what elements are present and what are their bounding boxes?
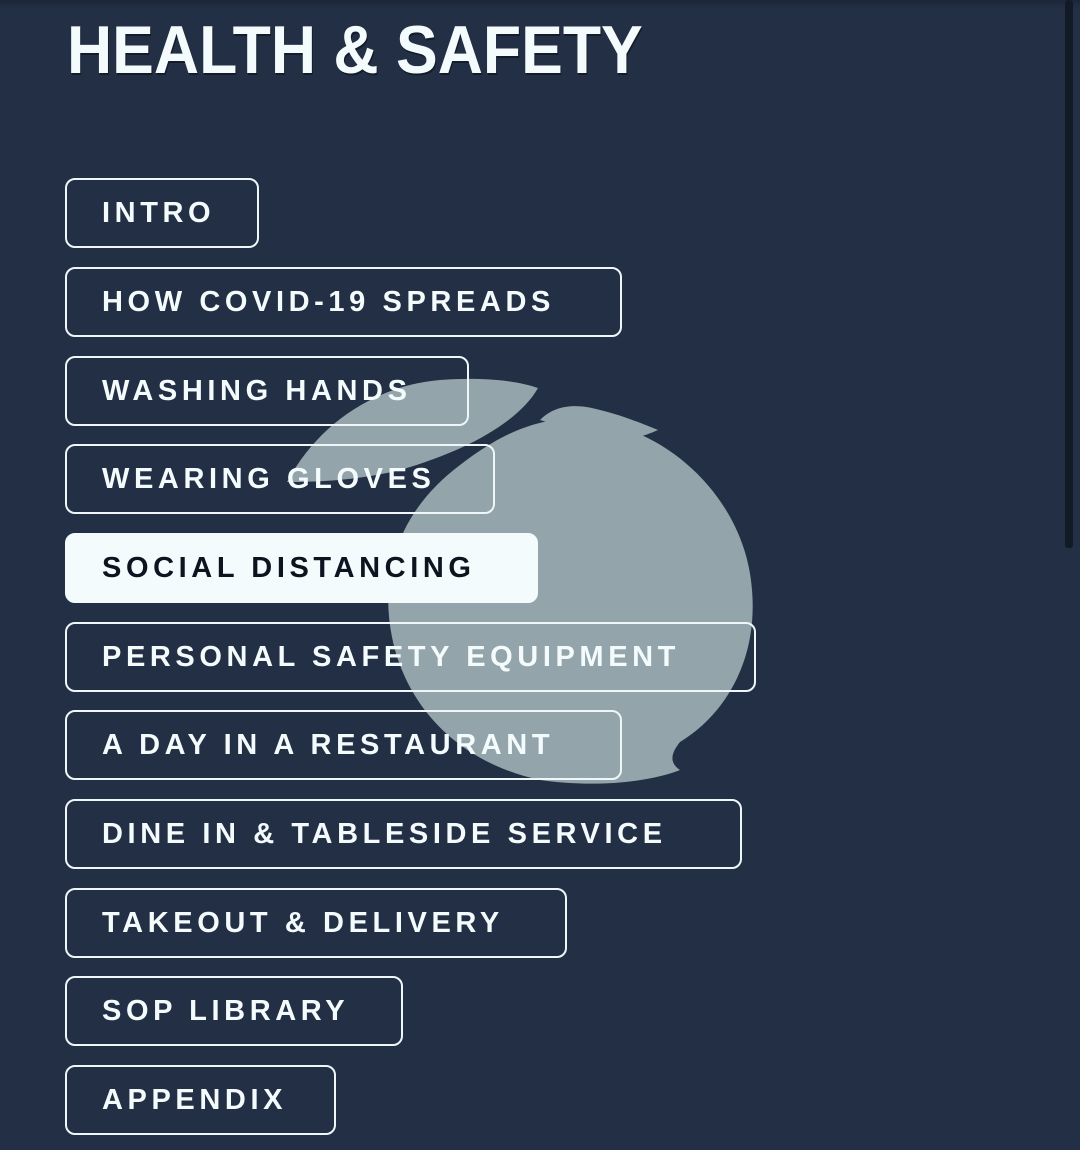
nav-button-social-distancing[interactable]: SOCIAL DISTANCING — [65, 533, 538, 603]
page-title: HEALTH & SAFETY — [67, 12, 643, 88]
nav-button-washing-hands[interactable]: WASHING HANDS — [65, 356, 469, 426]
nav-button-how-covid-19-spreads[interactable]: HOW COVID-19 SPREADS — [65, 267, 622, 337]
nav-button-personal-safety-equipment[interactable]: PERSONAL SAFETY EQUIPMENT — [65, 622, 756, 692]
nav-button-a-day-in-a-restaurant[interactable]: A DAY IN A RESTAURANT — [65, 710, 622, 780]
top-shade — [0, 0, 1080, 8]
nav-button-dine-in-tableside-service[interactable]: DINE IN & TABLESIDE SERVICE — [65, 799, 742, 869]
nav-button-intro[interactable]: INTRO — [65, 178, 259, 248]
logo-stem — [540, 406, 658, 442]
nav-button-sop-library[interactable]: SOP LIBRARY — [65, 976, 403, 1046]
nav-button-appendix[interactable]: APPENDIX — [65, 1065, 336, 1135]
nav-button-wearing-gloves[interactable]: WEARING GLOVES — [65, 444, 495, 514]
scrollbar[interactable] — [1065, 0, 1073, 548]
nav-button-takeout-delivery[interactable]: TAKEOUT & DELIVERY — [65, 888, 567, 958]
